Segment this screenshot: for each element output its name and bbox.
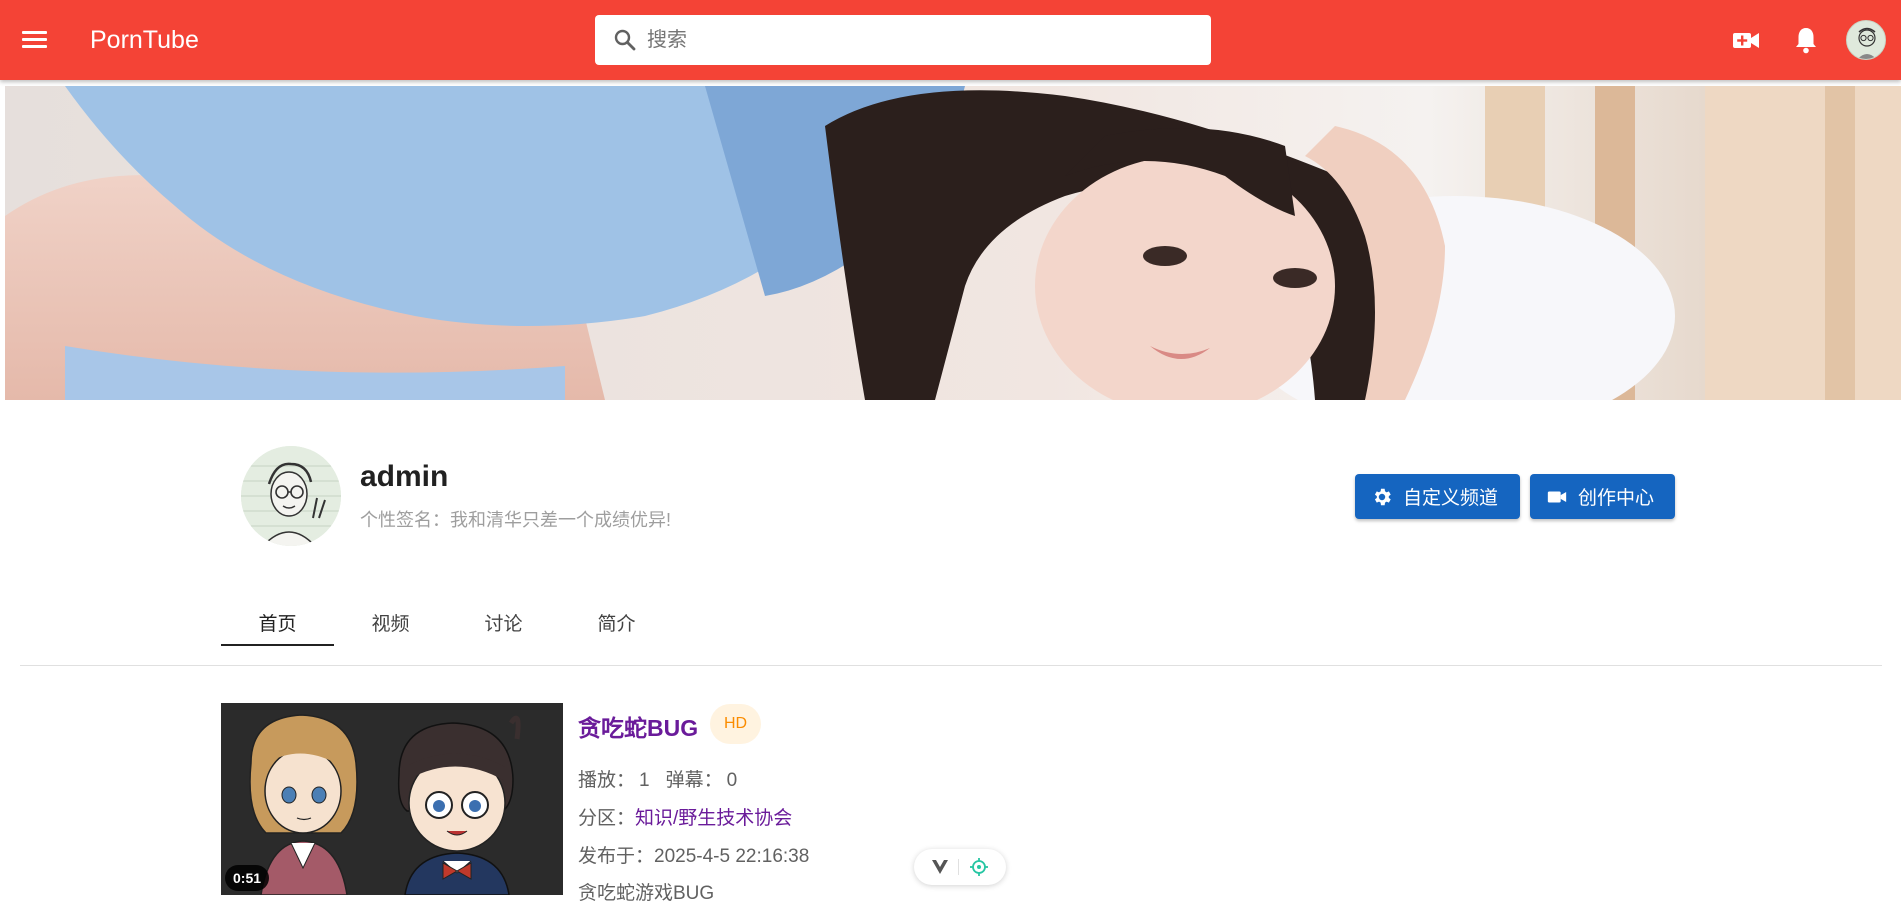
vue-devtools-icon[interactable]	[931, 859, 949, 875]
channel-tabs: 首页 视频 讨论 简介	[221, 598, 673, 646]
video-thumbnail[interactable]: 0:51	[221, 703, 563, 895]
top-app-bar: PornTube	[0, 0, 1901, 80]
plays-label: 播放：	[578, 770, 636, 791]
floating-tools-widget	[914, 849, 1006, 885]
search-icon[interactable]	[613, 28, 637, 52]
category-link[interactable]: 知识/野生技术协会	[635, 808, 792, 829]
creator-studio-label: 创作中心	[1578, 488, 1655, 509]
published-time: 2025-4-5 22:16:38	[654, 846, 810, 867]
channel-avatar	[241, 446, 341, 546]
user-avatar[interactable]	[1846, 20, 1886, 60]
category-label: 分区：	[578, 808, 636, 829]
video-published: 发布于：2025-4-5 22:16:38	[578, 841, 809, 868]
search-input[interactable]	[647, 25, 1187, 55]
channel-signature: 个性签名：我和清华只差一个成绩优异!	[360, 510, 671, 530]
bell-icon[interactable]	[1790, 24, 1822, 56]
tab-home[interactable]: 首页	[221, 598, 334, 646]
plays-count: 1	[639, 770, 650, 791]
video-duration: 0:51	[225, 865, 270, 891]
video-category: 分区：知识/野生技术协会	[578, 803, 792, 830]
video-stats: 播放： 1 弹幕： 0	[578, 765, 737, 792]
brand-logo[interactable]: PornTube	[90, 24, 199, 56]
channel-username: admin	[360, 460, 449, 493]
menu-icon[interactable]	[20, 24, 50, 54]
video-title[interactable]: 贪吃蛇BUG	[578, 709, 698, 743]
customize-channel-label: 自定义频道	[1403, 488, 1499, 509]
tabs-divider	[20, 665, 1882, 666]
creator-studio-button[interactable]: 创作中心	[1530, 474, 1675, 519]
video-camera-icon	[1547, 491, 1567, 502]
channel-banner-image	[5, 86, 1901, 400]
hd-badge: HD	[710, 704, 762, 744]
video-camera-add-icon[interactable]	[1730, 24, 1762, 56]
crosshair-icon[interactable]	[969, 857, 989, 877]
danmaku-count: 0	[726, 770, 738, 791]
gear-icon	[1374, 488, 1391, 505]
published-label: 发布于：	[578, 846, 655, 867]
tab-about[interactable]: 简介	[560, 598, 673, 646]
search-bar[interactable]	[595, 15, 1211, 65]
video-description: 贪吃蛇游戏BUG	[578, 883, 715, 904]
customize-channel-button[interactable]: 自定义频道	[1355, 474, 1520, 519]
danmaku-label: 弹幕：	[665, 770, 723, 791]
tab-discussion[interactable]: 讨论	[447, 598, 560, 646]
tab-videos[interactable]: 视频	[334, 598, 447, 646]
